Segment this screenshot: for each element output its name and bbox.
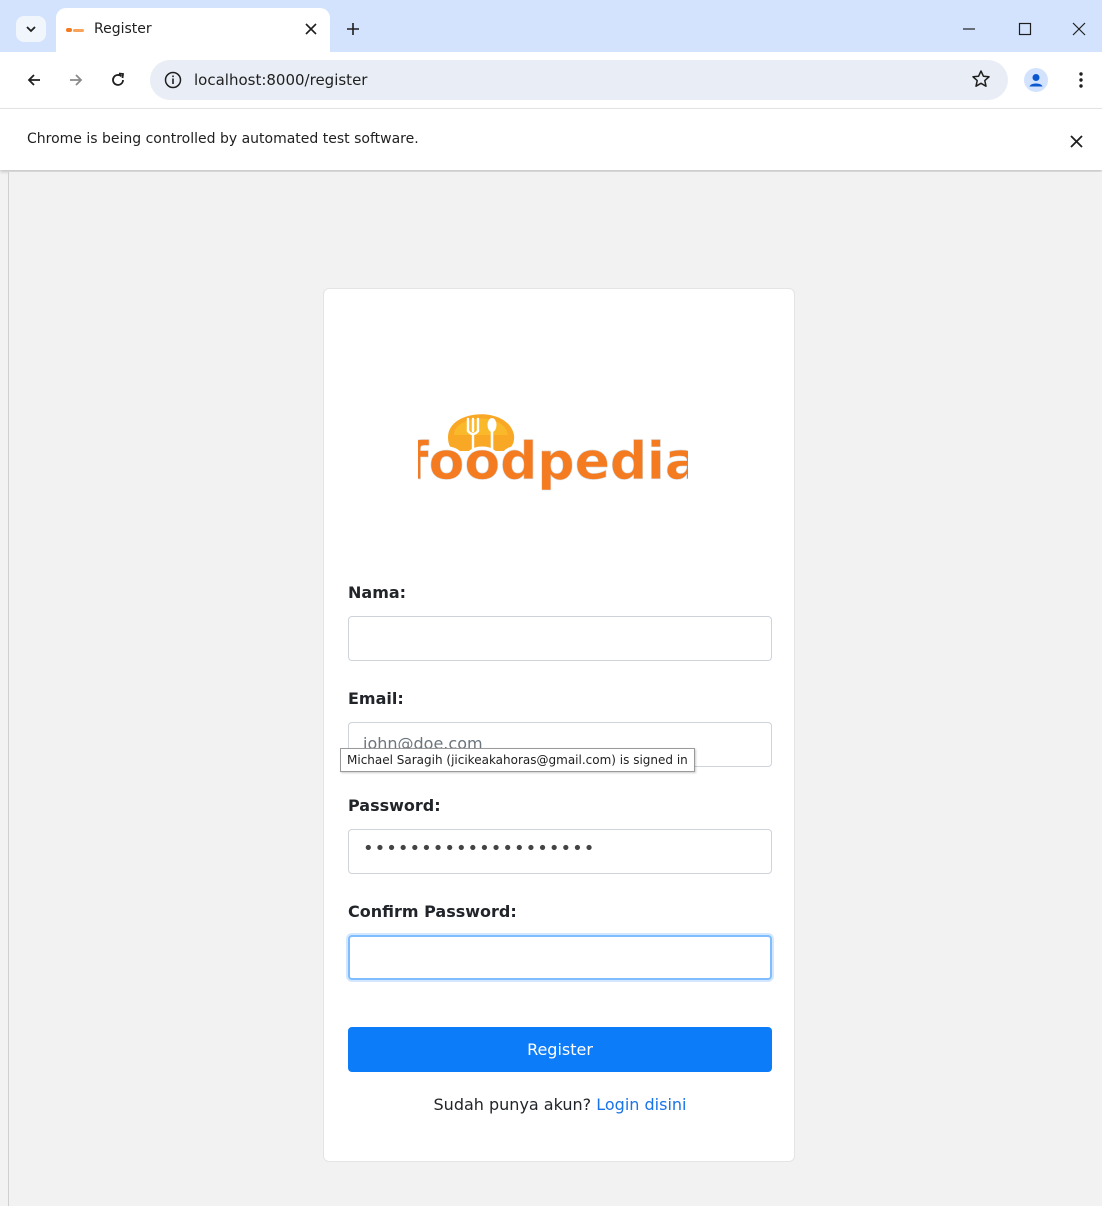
reload-button[interactable] <box>102 64 134 96</box>
logo-wordmark: foodpedia <box>418 432 688 492</box>
autofill-tooltip: Michael Saragih (jicikeakahoras@gmail.co… <box>340 748 695 772</box>
minimize-button[interactable] <box>946 12 992 46</box>
window-close-button[interactable] <box>1056 12 1102 46</box>
login-prompt-text: Sudah punya akun? <box>433 1095 592 1114</box>
register-card: foodpedia foodpedia Nama: Email: john@do… <box>323 288 795 1162</box>
tab-register[interactable]: Register <box>56 8 330 52</box>
close-icon <box>1069 134 1083 148</box>
tab-close-button[interactable] <box>300 18 322 40</box>
confirm-password-label: Confirm Password: <box>348 902 517 921</box>
browser-menu-button[interactable] <box>1068 64 1094 96</box>
infobar-close-button[interactable] <box>1062 127 1090 155</box>
password-input[interactable]: •••••••••••••••••••• <box>348 829 772 874</box>
page-viewport: foodpedia foodpedia Nama: Email: john@do… <box>8 172 1102 1206</box>
address-bar[interactable]: localhost:8000/register <box>150 60 1008 100</box>
browser-toolbar: localhost:8000/register <box>0 52 1102 108</box>
more-vertical-icon <box>1079 72 1083 88</box>
tab-strip: Register <box>0 0 1102 58</box>
close-icon <box>1072 22 1086 36</box>
login-link[interactable]: Login disini <box>596 1095 686 1114</box>
maximize-button[interactable] <box>1002 12 1048 46</box>
foodpedia-favicon-icon <box>66 28 84 32</box>
profile-avatar-icon[interactable] <box>1024 68 1048 92</box>
reload-icon <box>112 72 125 86</box>
tab-title: Register <box>94 21 152 37</box>
plus-icon <box>347 23 359 35</box>
chevron-down-icon <box>26 26 36 33</box>
new-tab-button[interactable] <box>340 16 366 42</box>
automation-infobar: Chrome is being controlled by automated … <box>0 108 1102 170</box>
confirm-password-input[interactable] <box>348 935 772 980</box>
nama-input[interactable] <box>348 616 772 661</box>
infobar-message: Chrome is being controlled by automated … <box>27 131 419 147</box>
back-button[interactable] <box>18 64 50 96</box>
forward-button[interactable] <box>60 64 92 96</box>
arrow-left-icon <box>27 74 40 86</box>
login-prompt: Sudah punya akun? Login disini <box>324 1095 796 1114</box>
arrow-right-icon <box>70 74 83 86</box>
url-text[interactable]: localhost:8000/register <box>194 71 367 89</box>
info-icon[interactable] <box>162 69 184 91</box>
bookmark-button[interactable] <box>966 64 996 94</box>
maximize-icon <box>1018 22 1032 36</box>
nama-label: Nama: <box>348 583 407 602</box>
minimize-icon <box>963 28 975 30</box>
password-mask: •••••••••••••••••••• <box>363 838 596 859</box>
password-label: Password: <box>348 796 441 815</box>
star-icon <box>972 70 990 87</box>
close-icon <box>305 23 317 35</box>
register-button[interactable]: Register <box>348 1027 772 1072</box>
email-label: Email: <box>348 689 404 708</box>
foodpedia-logo: foodpedia foodpedia <box>418 414 688 496</box>
tab-search-button[interactable] <box>16 16 46 42</box>
